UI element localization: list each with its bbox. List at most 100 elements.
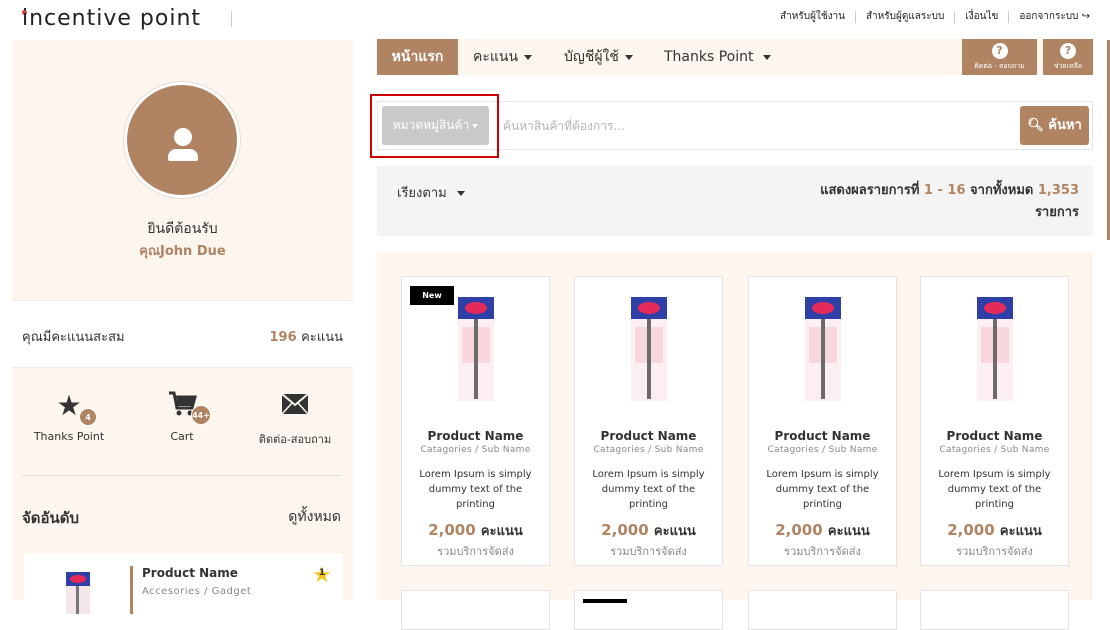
nav-account-label: บัญชีผู้ใช้: [564, 49, 619, 65]
chevron-down-icon: [762, 54, 771, 60]
product-card[interactable]: [748, 590, 897, 630]
chevron-down-icon: [456, 191, 465, 196]
price-unit: คะแนน: [827, 524, 870, 539]
product-shipping: รวมบริการจัดส่ง: [956, 545, 1033, 558]
chevron-down-icon: [624, 54, 633, 60]
top-link-user[interactable]: สำหรับผู้ใช้งาน: [770, 11, 855, 23]
product-category: Catagories / Sub Name: [767, 445, 878, 455]
nav-account[interactable]: บัญชีผู้ใช้: [564, 39, 633, 75]
nav-thanks-point[interactable]: Thanks Point: [664, 39, 771, 75]
nav-points-label: คะแนน: [473, 49, 519, 65]
product-price: 2,000 คะแนน: [402, 520, 549, 541]
logo-divider: [231, 11, 232, 27]
product-name: Product Name: [427, 429, 524, 443]
question-icon: ?: [1060, 43, 1076, 59]
star-icon: ★ 4: [14, 390, 124, 426]
shortcut-label: Thanks Point: [33, 430, 105, 443]
price-unit: คะแนน: [480, 524, 523, 539]
new-badge: New: [410, 286, 454, 305]
logo[interactable]: incentive point: [22, 6, 201, 31]
points-number: 196: [269, 330, 297, 345]
product-card[interactable]: Product Name Catagories / Sub Name Lorem…: [748, 276, 897, 566]
top-link-admin[interactable]: สำหรับผู้ดูแลระบบ: [854, 11, 954, 23]
ranking-product-category: Accesories / Gadget: [142, 586, 252, 597]
product-description: Lorem Ipsum is simply dummy text of the …: [592, 469, 705, 510]
mail-icon-svg: [281, 393, 309, 415]
sort-dropdown[interactable]: เรียงตาม: [397, 182, 465, 203]
shortcut-cart[interactable]: 44+ Cart: [127, 390, 237, 443]
product-image: [977, 297, 1013, 401]
product-name: Product Name: [600, 429, 697, 443]
top-link-terms[interactable]: เงื่อนไข: [954, 11, 1008, 23]
product-shipping: รวมบริการจัดส่ง: [784, 545, 861, 558]
sidebar-divider: [22, 475, 340, 476]
product-card[interactable]: [920, 590, 1069, 630]
nav-help-label: ช่วยเหลือ: [1053, 62, 1083, 70]
ranking-view-all-link[interactable]: ดูทั้งหมด: [288, 506, 341, 528]
nav-help-button[interactable]: ? ช่วยเหลือ: [1043, 39, 1093, 75]
points-unit: คะแนน: [301, 330, 343, 345]
user-icon: [174, 128, 192, 146]
nav-home[interactable]: หน้าแรก: [377, 39, 458, 75]
nav-thanks-point-label: Thanks Point: [664, 49, 754, 65]
sort-label: เรียงตาม: [397, 186, 447, 201]
mail-icon: [240, 390, 350, 422]
price-unit: คะแนน: [999, 524, 1042, 539]
shortcut-label: ติดต่อ-สอบถาม: [258, 433, 332, 446]
product-category: Catagories / Sub Name: [593, 445, 704, 455]
highlight-box: [370, 94, 499, 158]
ranking-item[interactable]: Product Name Accesories / Gadget ★ 1: [24, 554, 342, 614]
price-value: 2,000: [428, 521, 476, 539]
question-icon: ?: [991, 43, 1008, 59]
ranking-accent-bar: [130, 566, 133, 614]
shortcut-thanks-point[interactable]: ★ 4 Thanks Point: [14, 390, 124, 444]
product-card[interactable]: [401, 590, 550, 630]
result-summary: แสดงผลรายการที่ 1 - 16 จากทั้งหมด 1,353 …: [749, 180, 1079, 224]
nav-points[interactable]: คะแนน: [473, 39, 533, 75]
sidebar: ยินดีต้อนรับ คุณJohn Due คุณมีคะแนนสะสม …: [12, 40, 353, 614]
user-icon-body: [168, 149, 198, 161]
search-input[interactable]: [503, 114, 1003, 138]
avatar[interactable]: [124, 82, 240, 198]
cart-badge: 44+: [191, 405, 211, 425]
top-link-logout[interactable]: ออกจากระบบ ↪: [1008, 11, 1100, 23]
shortcut-label: Cart: [170, 430, 194, 443]
price-unit: คะแนน: [653, 524, 696, 539]
ranking-product-name: Product Name: [142, 566, 238, 580]
points-summary: คุณมีคะแนนสะสม 196 คะแนน: [12, 300, 353, 368]
search-button-label: ค้นหา: [1048, 118, 1082, 133]
price-value: 2,000: [775, 521, 823, 539]
product-price: 2,000 คะแนน: [749, 520, 896, 541]
product-category: Catagories / Sub Name: [939, 445, 1050, 455]
logout-label: ออกจากระบบ: [1019, 11, 1079, 22]
nav-contact-label: ติดต่อ - สอบถาม: [974, 62, 1025, 70]
nav-contact-button[interactable]: ? ติดต่อ - สอบถาม: [962, 39, 1037, 75]
username: คุณJohn Due: [139, 244, 226, 259]
product-image: [458, 297, 494, 401]
product-description: Lorem Ipsum is simply dummy text of the …: [419, 469, 532, 510]
points-value: 196 คะแนน: [269, 326, 343, 347]
search-button[interactable]: 🔍︎ ค้นหา: [1020, 106, 1089, 145]
price-value: 2,000: [601, 521, 649, 539]
product-card[interactable]: New Product Name Catagories / Sub Name L…: [401, 276, 550, 566]
top-links: สำหรับผู้ใช้งาน สำหรับผู้ดูแลระบบ เงื่อน…: [770, 11, 1100, 23]
result-total: 1,353: [1037, 183, 1079, 198]
product-shipping: รวมบริการจัดส่ง: [437, 545, 514, 558]
product-card[interactable]: Product Name Catagories / Sub Name Lorem…: [574, 276, 723, 566]
product-image: [631, 297, 667, 401]
product-thumbnail: [66, 572, 90, 614]
result-suffix: รายการ: [1034, 205, 1079, 220]
product-shipping: รวมบริการจัดส่ง: [610, 545, 687, 558]
shortcut-contact[interactable]: ติดต่อ-สอบถาม: [240, 390, 350, 448]
result-middle: จากทั้งหมด: [970, 183, 1034, 198]
points-label: คุณมีคะแนนสะสม: [22, 330, 125, 345]
product-card[interactable]: Product Name Catagories / Sub Name Lorem…: [920, 276, 1069, 566]
product-image: [805, 297, 841, 401]
result-range: 1 - 16: [923, 183, 966, 198]
thanks-point-badge: 4: [79, 408, 97, 426]
product-card[interactable]: [574, 590, 723, 630]
product-name: Product Name: [946, 429, 1043, 443]
ranking-title: จัดอันดับ: [22, 509, 80, 527]
product-price: 2,000 คะแนน: [575, 520, 722, 541]
main-nav: หน้าแรก คะแนน บัญชีผู้ใช้ Thanks Point ?…: [377, 39, 1093, 75]
